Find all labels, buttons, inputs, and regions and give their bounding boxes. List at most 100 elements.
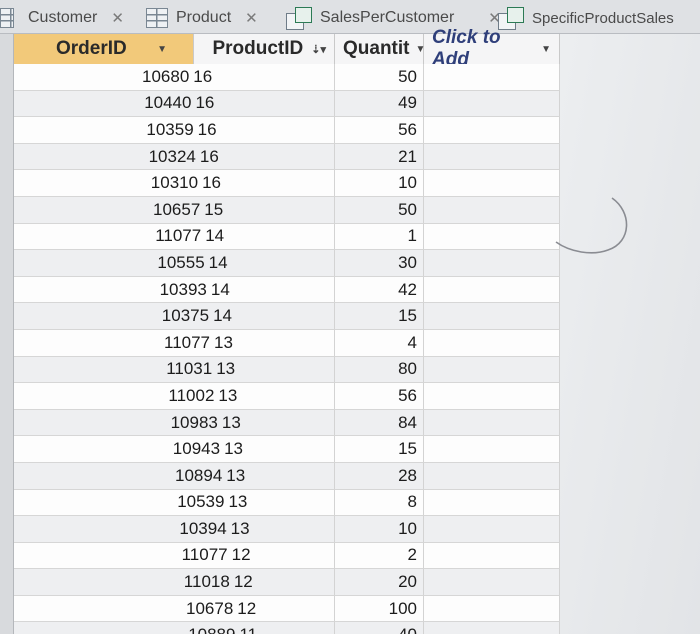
table-row[interactable]: 10943 13 15 — [14, 436, 560, 463]
cell-orderid-productid[interactable]: 11002 13 — [14, 383, 335, 410]
cell-orderid-productid[interactable]: 10657 15 — [14, 196, 335, 224]
table-row[interactable]: 10555 14 30 — [14, 250, 560, 277]
table-row[interactable]: 10359 16 56 — [14, 117, 560, 144]
record-selector-column[interactable] — [0, 34, 14, 634]
cell-quantity[interactable]: 28 — [335, 462, 424, 490]
table-row[interactable]: 10440 16 49 — [14, 90, 560, 118]
cell-click-to-add[interactable] — [424, 436, 560, 463]
cell-orderid-productid[interactable]: 11077 14 — [14, 223, 335, 251]
cell-orderid-productid[interactable]: 10394 13 — [14, 516, 335, 543]
table-row[interactable]: 10375 14 15 — [14, 303, 560, 330]
table-row[interactable]: 10678 12 100 — [14, 595, 560, 623]
chevron-down-icon[interactable]: ▼ — [541, 44, 551, 55]
cell-orderid-productid[interactable]: 10359 16 — [14, 117, 335, 144]
close-icon[interactable]: ✕ — [111, 9, 124, 27]
table-row[interactable]: 11031 13 80 — [14, 356, 560, 384]
cell-click-to-add[interactable] — [424, 462, 560, 490]
cell-orderid-productid[interactable]: 10894 13 — [14, 462, 335, 490]
cell-quantity[interactable]: 15 — [335, 303, 424, 330]
cell-quantity[interactable]: 21 — [335, 143, 424, 171]
table-row[interactable]: 10310 16 10 — [14, 170, 560, 197]
cell-quantity[interactable]: 1 — [335, 223, 424, 251]
table-row[interactable]: 10539 13 8 — [14, 489, 560, 517]
cell-quantity[interactable]: 49 — [335, 90, 424, 118]
cell-quantity[interactable]: 50 — [335, 196, 424, 224]
cell-click-to-add[interactable] — [424, 117, 560, 144]
cell-click-to-add[interactable] — [424, 409, 560, 437]
column-header-click-to-add[interactable]: Click to Add ▼ — [424, 27, 560, 70]
cell-quantity[interactable]: 4 — [335, 329, 424, 357]
cell-orderid-productid[interactable]: 10943 13 — [14, 436, 335, 463]
cell-quantity[interactable]: 10 — [335, 170, 424, 197]
cell-click-to-add[interactable] — [424, 356, 560, 384]
cell-quantity[interactable]: 10 — [335, 516, 424, 543]
cell-click-to-add[interactable] — [424, 64, 560, 91]
cell-quantity[interactable]: 84 — [335, 409, 424, 437]
tab-customer[interactable]: Customer ✕ — [0, 2, 124, 34]
cell-orderid-productid[interactable]: 10983 13 — [14, 409, 335, 437]
table-row[interactable]: 11018 12 20 — [14, 569, 560, 596]
cell-quantity[interactable]: 56 — [335, 117, 424, 144]
cell-quantity[interactable]: 30 — [335, 250, 424, 277]
cell-click-to-add[interactable] — [424, 542, 560, 570]
cell-orderid-productid[interactable]: 10889 11 — [14, 622, 335, 634]
cell-quantity[interactable]: 8 — [335, 489, 424, 517]
cell-click-to-add[interactable] — [424, 383, 560, 410]
table-row[interactable]: 10324 16 21 — [14, 143, 560, 171]
column-header-productid[interactable]: ProductID ⇣▾ — [194, 34, 335, 64]
cell-orderid-productid[interactable]: 10555 14 — [14, 250, 335, 277]
cell-quantity[interactable]: 80 — [335, 356, 424, 384]
cell-orderid-productid[interactable]: 11018 12 — [14, 569, 335, 596]
table-row[interactable]: 10983 13 84 — [14, 409, 560, 437]
table-row[interactable]: 10657 15 50 — [14, 196, 560, 224]
column-header-label: Quantit — [343, 38, 410, 59]
table-row[interactable]: 10393 14 42 — [14, 276, 560, 304]
cell-orderid-productid[interactable]: 10440 16 — [14, 90, 335, 118]
cell-quantity[interactable]: 100 — [335, 595, 424, 623]
cell-click-to-add[interactable] — [424, 329, 560, 357]
column-header-quantity[interactable]: Quantit ▼ — [335, 34, 425, 64]
cell-quantity[interactable]: 42 — [335, 276, 424, 304]
sort-descending-icon[interactable]: ⇣▾ — [311, 43, 326, 56]
cell-orderid-productid[interactable]: 11077 13 — [14, 329, 335, 357]
cell-click-to-add[interactable] — [424, 489, 560, 517]
table-row[interactable]: 10889 11 40 — [14, 622, 560, 634]
cell-quantity[interactable]: 56 — [335, 383, 424, 410]
table-row[interactable]: 10394 13 10 — [14, 516, 560, 543]
cell-click-to-add[interactable] — [424, 143, 560, 171]
cell-quantity[interactable]: 20 — [335, 569, 424, 596]
cell-orderid-productid[interactable]: 10539 13 — [14, 489, 335, 517]
table-row[interactable]: 11002 13 56 — [14, 383, 560, 410]
cell-orderid-productid[interactable]: 10375 14 — [14, 303, 335, 330]
cell-click-to-add[interactable] — [424, 303, 560, 330]
orderid-value: 10393 — [159, 279, 207, 299]
cell-orderid-productid[interactable]: 10393 14 — [14, 276, 335, 304]
table-row[interactable]: 10680 16 50 — [14, 64, 560, 91]
table-row[interactable]: 11077 12 2 — [14, 542, 560, 570]
table-row[interactable]: 11077 14 1 — [14, 223, 560, 251]
filter-dropdown-icon[interactable]: ▼ — [157, 44, 167, 55]
column-header-orderid[interactable]: OrderID ▼ — [14, 34, 194, 64]
cell-orderid-productid[interactable]: 11077 12 — [14, 542, 335, 570]
cell-orderid-productid[interactable]: 10324 16 — [14, 143, 335, 171]
cell-quantity[interactable]: 15 — [335, 436, 424, 463]
cell-orderid-productid[interactable]: 10310 16 — [14, 170, 335, 197]
cell-click-to-add[interactable] — [424, 516, 560, 543]
cell-click-to-add[interactable] — [424, 569, 560, 596]
cell-click-to-add[interactable] — [424, 595, 560, 623]
table-icon — [146, 8, 168, 28]
cell-orderid-productid[interactable]: 10678 12 — [14, 595, 335, 623]
cell-orderid-productid[interactable]: 10680 16 — [14, 64, 335, 91]
cell-orderid-productid[interactable]: 11031 13 — [14, 356, 335, 384]
cell-quantity[interactable]: 2 — [335, 542, 424, 570]
table-row[interactable]: 10894 13 28 — [14, 462, 560, 490]
cell-click-to-add[interactable] — [424, 276, 560, 304]
cell-click-to-add[interactable] — [424, 90, 560, 118]
close-icon[interactable]: ✕ — [245, 9, 258, 27]
orderid-value: 10680 — [142, 66, 190, 86]
cell-quantity[interactable]: 40 — [335, 622, 424, 634]
cell-quantity[interactable]: 50 — [335, 64, 424, 91]
cell-click-to-add[interactable] — [424, 622, 560, 634]
tab-product[interactable]: Product ✕ — [146, 2, 258, 34]
table-row[interactable]: 11077 13 4 — [14, 329, 560, 357]
